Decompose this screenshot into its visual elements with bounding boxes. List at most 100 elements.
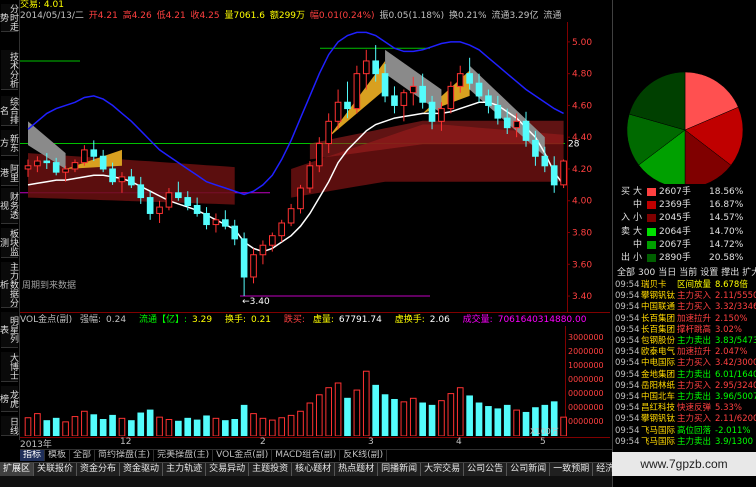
bottom-tab-12[interactable]: 公司新闻: [507, 463, 551, 476]
left-tab-11[interactable]: 日线: [1, 416, 18, 436]
flow-row-sell-2: 出小 2890手 20.58%: [617, 252, 753, 264]
flow-value: 2064手: [659, 227, 691, 237]
candlestick-chart[interactable]: ←3.4028周期到来数据: [20, 22, 610, 312]
bottom-tab-0[interactable]: 扩展区: [0, 463, 35, 476]
radar-action: 主力卖出: [677, 369, 712, 380]
left-tab-6[interactable]: 板块监测: [0, 228, 18, 258]
radar-item[interactable]: 09:54 欧泰电气 加速拉升 2.047%: [615, 347, 755, 358]
radar-value: 6.01/1640: [715, 369, 756, 380]
indicator-tab-6[interactable]: MACD组合(副): [272, 450, 341, 461]
radar-tab-3[interactable]: 当前: [679, 268, 697, 278]
indicator-tab-0[interactable]: 指标: [20, 450, 46, 461]
volume-bar-38: [381, 394, 389, 436]
pie-mask: [613, 0, 756, 72]
radar-value: 2.150%: [715, 313, 748, 324]
radar-time: 09:54: [615, 403, 640, 414]
radar-item[interactable]: 09:54 飞马国际 主力卖出 3.9/1300: [615, 437, 755, 448]
info-line-1: 交易: 4.01: [20, 0, 610, 11]
candle-body-44: [438, 108, 445, 122]
radar-item[interactable]: 09:54 中国联通 主力买入 3.32/3346: [615, 302, 756, 313]
left-tab-1[interactable]: 技术分析: [1, 50, 18, 90]
radar-value: 5.33%: [715, 403, 743, 414]
bar-amount: 额299万: [269, 11, 306, 21]
strength-label: 强幅:: [80, 315, 102, 325]
candle-body-6: [81, 149, 88, 164]
radar-item[interactable]: 09:54 攀钢钒钛 主力买入 2.11/6200: [615, 414, 756, 425]
indicator-tab-4[interactable]: 完美操盘(主): [154, 450, 214, 461]
quote-info-bar: 交易: 4.01 2014/05/13/二 开4.21 高4.26 低4.21 …: [20, 0, 610, 22]
volume-bar-48: [475, 402, 483, 436]
radar-tab-0[interactable]: 全部: [617, 268, 635, 278]
radar-time: 09:54: [615, 392, 640, 402]
radar-item[interactable]: 09:54 长百集团 撑杆跳高 3.02%: [615, 325, 755, 336]
volume-chart[interactable]: 3000000 2000000 1000000 0000000 0000000 00000…: [20, 326, 610, 436]
radar-tab-5[interactable]: 撑出: [721, 268, 739, 278]
left-tab-9[interactable]: 大博士: [1, 352, 18, 382]
radar-tab-4[interactable]: 设置: [700, 268, 718, 278]
indicator-name[interactable]: VOL金点(副): [20, 315, 72, 325]
radar-action: 加速拉升: [677, 313, 712, 324]
candle-body-27: [278, 222, 286, 237]
radar-item[interactable]: 09:54 金地集团 主力卖出 6.01/1640: [615, 369, 756, 381]
indicator-tab-7[interactable]: 反K线(副): [340, 450, 388, 461]
bottom-tab-5[interactable]: 交易异动: [206, 463, 250, 476]
bottom-tab-11[interactable]: 公司公告: [464, 463, 508, 476]
bottom-tab-2[interactable]: 资金分布: [77, 463, 121, 476]
virtual-volume-value: 67791.74: [338, 315, 382, 325]
bottom-tab-10[interactable]: 大宗交易: [421, 463, 465, 476]
radar-item[interactable]: 09:54 长百集团 加速拉升 2.150%: [615, 314, 755, 325]
radar-tab-6[interactable]: 扩大: [742, 268, 756, 278]
radar-time: 09:54: [615, 380, 640, 391]
volume-axis-label-5: 0000000: [568, 403, 604, 412]
radar-item[interactable]: 09:54 飞马国际 高位回落 -2.011%: [615, 426, 755, 437]
bottom-tab-13[interactable]: 一致预期: [550, 463, 594, 476]
indicator-tab-5[interactable]: VOL金点(副): [213, 450, 273, 461]
deal-volume-value: 7061640314880.00: [497, 315, 587, 325]
candle-body-24: [250, 254, 257, 278]
bottom-tab-9[interactable]: 同播新闻: [378, 463, 422, 476]
radar-value: -2.011%: [715, 425, 751, 436]
turnover-label: 换手:: [224, 315, 246, 325]
left-tab-10[interactable]: 龙虎榜: [0, 386, 18, 412]
left-tab-2[interactable]: 综合排名: [0, 96, 18, 126]
radar-item[interactable]: 09:54 中电国际 主力买入 3.42/3000: [615, 358, 756, 369]
bottom-tab-3[interactable]: 资金驱动: [120, 463, 164, 476]
left-tab-7[interactable]: 主力数据分析: [0, 262, 18, 308]
volume-bar-51: [503, 404, 511, 436]
price-label-1: 4.80: [572, 70, 592, 80]
indicator-tab-1[interactable]: 模板: [45, 450, 71, 461]
radar-tab-1[interactable]: 300: [638, 268, 655, 278]
bottom-tab-1[interactable]: 关联报价: [34, 463, 78, 476]
radar-item[interactable]: 09:54 包钢股份 主力卖出 3.83/5473: [615, 336, 756, 347]
left-tab-0[interactable]: 分时走势: [0, 4, 18, 32]
radar-stock: 包钢股份: [641, 336, 676, 346]
left-tab-3[interactable]: 新东方: [0, 130, 18, 156]
radar-item[interactable]: 09:54 昌红科技 快速反弹 5.33%: [615, 403, 755, 414]
candle-body-35: [353, 73, 361, 110]
price-axis: 5.00 4.80 4.60 4.40 4.20 4.00 3.80 3.60 3.40: [567, 22, 592, 312]
bottom-tab-8[interactable]: 热点题材: [335, 463, 379, 476]
volume-bar-24: [250, 413, 257, 436]
flow-category: 卖: [621, 227, 631, 237]
volume-axis-label-2: 1000000: [568, 361, 604, 370]
indicator-tab-3[interactable]: 简约操盘(主): [95, 450, 155, 461]
date-tick-label-1: 12: [120, 437, 132, 447]
volume-bar-53: [522, 411, 530, 436]
left-tab-4[interactable]: 阿里港: [0, 160, 18, 186]
radar-action: 主力卖出: [677, 392, 712, 402]
left-tab-8[interactable]: 明星列表: [0, 312, 18, 348]
bottom-tab-7[interactable]: 核心题材: [292, 463, 336, 476]
bottom-tab-4[interactable]: 主力轨迹: [163, 463, 207, 476]
candle-body-55: [541, 155, 549, 167]
left-tab-5[interactable]: 财务透视: [0, 188, 18, 224]
radar-item[interactable]: 09:54 岳阳林纸 主力买入 2.95/3240: [615, 380, 756, 392]
radar-item[interactable]: 09:54 中国北车 主力卖出 3.96/5007: [615, 392, 756, 403]
bottom-tab-6[interactable]: 主题投资: [249, 463, 293, 476]
radar-item[interactable]: 09:54 瑞贝卡 区间放量 8.678倍: [615, 280, 755, 291]
indicator-tab-2[interactable]: 全部: [70, 450, 96, 461]
flow-category: 出: [621, 253, 631, 263]
radar-item[interactable]: 09:54 攀钢钒钛 主力买入 2.11/5550: [615, 291, 756, 302]
candle-body-11: [128, 176, 135, 186]
radar-tab-2[interactable]: 当日: [658, 268, 676, 278]
candle-body-12: [137, 184, 145, 199]
